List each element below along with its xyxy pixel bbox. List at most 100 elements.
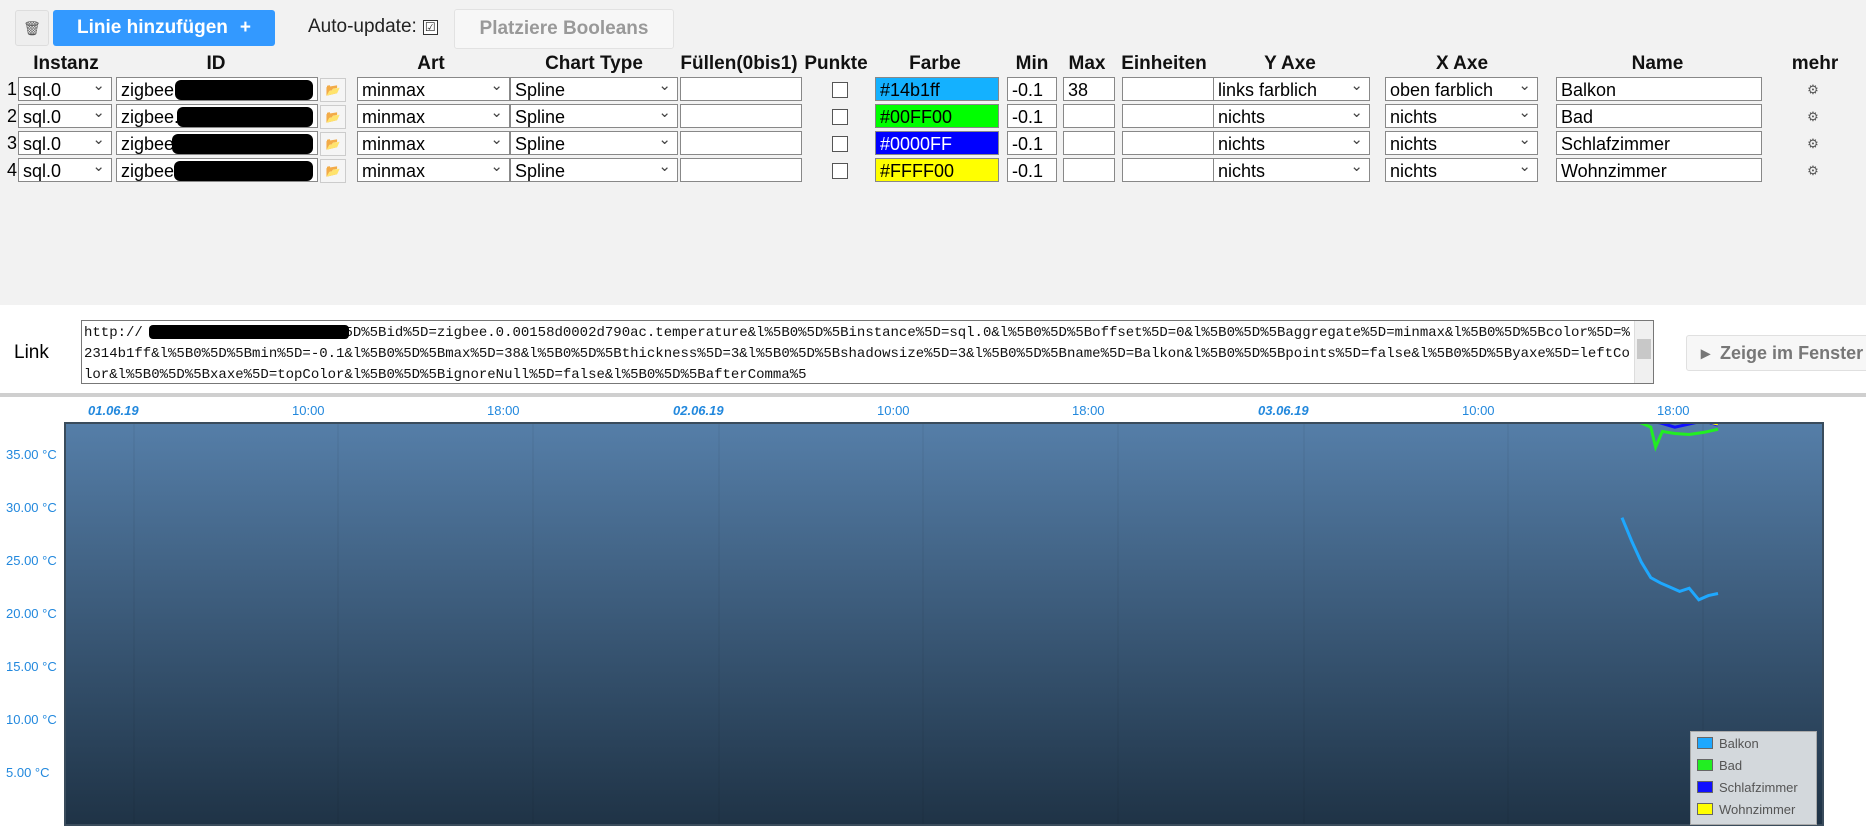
min-input[interactable]: -0.1 — [1007, 77, 1057, 101]
units-input[interactable] — [1122, 104, 1214, 128]
play-icon: ▸ — [1701, 342, 1711, 363]
folder-icon[interactable]: 📂 — [320, 159, 346, 183]
chart-type-select[interactable]: Spline — [510, 131, 678, 155]
gear-icon[interactable]: ⚙ — [1803, 80, 1823, 100]
show-in-window-button[interactable]: ▸ Zeige im Fenster — [1686, 335, 1866, 371]
max-input[interactable]: 38 — [1063, 77, 1115, 101]
id-input[interactable]: zigbee. — [116, 158, 318, 182]
name-input[interactable]: Wohnzimmer — [1556, 158, 1762, 182]
chart-type-select[interactable]: Spline — [510, 77, 678, 101]
row-number: 3 — [7, 133, 18, 153]
yaxe-select[interactable]: nichts — [1213, 158, 1370, 182]
id-input[interactable]: zigbee. — [116, 77, 318, 101]
min-input[interactable]: -0.1 — [1007, 131, 1057, 155]
y-tick-label: 25.00 °C — [6, 553, 57, 568]
xaxe-select[interactable]: oben farblich — [1385, 77, 1538, 101]
points-checkbox[interactable] — [832, 163, 848, 179]
art-select[interactable]: minmax — [357, 77, 510, 101]
add-line-button[interactable]: Linie hinzufügen + — [53, 10, 275, 46]
yaxe-select[interactable]: nichts — [1213, 104, 1370, 128]
plot-area — [64, 422, 1824, 826]
max-input[interactable] — [1063, 104, 1115, 128]
legend-swatch — [1697, 781, 1713, 793]
yaxe-select[interactable]: links farblich — [1213, 77, 1370, 101]
x-tick-label: 18:00 — [487, 403, 520, 418]
header-instanz: Instanz — [33, 53, 99, 74]
min-input[interactable]: -0.1 — [1007, 104, 1057, 128]
folder-icon[interactable]: 📂 — [320, 105, 346, 129]
max-input[interactable] — [1063, 131, 1115, 155]
yaxe-select[interactable]: nichts — [1213, 131, 1370, 155]
name-input[interactable]: Bad — [1556, 104, 1762, 128]
link-textarea[interactable]: http:// /flot/index.html?l%5B0%5D%5Bid%5… — [81, 320, 1654, 384]
autoupdate-toggle[interactable]: Auto-update: ☑ — [308, 16, 438, 38]
fill-input[interactable] — [680, 158, 802, 182]
xaxe-select[interactable]: nichts — [1385, 158, 1538, 182]
name-input[interactable]: Schlafzimmer — [1556, 131, 1762, 155]
legend-item: Balkon — [1691, 732, 1816, 754]
header-max: Max — [1068, 53, 1106, 74]
units-input[interactable] — [1122, 158, 1214, 182]
y-tick-label: 30.00 °C — [6, 500, 57, 515]
x-tick-label: 10:00 — [292, 403, 325, 418]
y-tick-label: 5.00 °C — [6, 765, 50, 780]
folder-icon[interactable]: 📂 — [320, 78, 346, 102]
instance-select[interactable]: sql.0 — [18, 77, 112, 101]
autoupdate-checkbox[interactable]: ☑ — [422, 19, 438, 35]
id-text: zigbee. — [121, 161, 180, 181]
fill-input[interactable] — [680, 77, 802, 101]
fill-input[interactable] — [680, 131, 802, 155]
name-input[interactable]: Balkon — [1556, 77, 1762, 101]
points-checkbox[interactable] — [832, 109, 848, 125]
x-tick-label: 10:00 — [877, 403, 910, 418]
header-min: Min — [1015, 53, 1049, 74]
y-tick-label: 35.00 °C — [6, 447, 57, 462]
gear-icon[interactable]: ⚙ — [1803, 161, 1823, 181]
max-input[interactable] — [1063, 158, 1115, 182]
units-input[interactable] — [1122, 77, 1214, 101]
x-tick-label: 01.06.19 — [88, 403, 139, 418]
legend-swatch — [1697, 737, 1713, 749]
id-text: zigbee. — [121, 134, 180, 154]
y-tick-label: 20.00 °C — [6, 606, 57, 621]
color-input[interactable]: #0000FF — [875, 131, 999, 155]
id-input[interactable]: zigbee. — [116, 104, 318, 128]
plus-icon: + — [239, 17, 252, 38]
art-select[interactable]: minmax — [357, 158, 510, 182]
min-input[interactable]: -0.1 — [1007, 158, 1057, 182]
points-checkbox[interactable] — [832, 82, 848, 98]
fill-input[interactable] — [680, 104, 802, 128]
id-text: zigbee. — [121, 107, 180, 127]
x-tick-label: 18:00 — [1657, 403, 1690, 418]
header-more: mehr — [1791, 53, 1839, 74]
instance-select[interactable]: sql.0 — [18, 104, 112, 128]
art-select[interactable]: minmax — [357, 104, 510, 128]
folder-icon[interactable]: 📂 — [320, 132, 346, 156]
id-input[interactable]: zigbee. — [116, 131, 318, 155]
x-tick-label: 18:00 — [1072, 403, 1105, 418]
delete-button[interactable]: 🗑 — [15, 10, 49, 46]
link-scrollbar[interactable] — [1634, 321, 1653, 383]
xaxe-select[interactable]: nichts — [1385, 104, 1538, 128]
chart-type-select[interactable]: Spline — [510, 158, 678, 182]
gear-icon[interactable]: ⚙ — [1803, 134, 1823, 154]
color-input[interactable]: #00FF00 — [875, 104, 999, 128]
instance-select[interactable]: sql.0 — [18, 158, 112, 182]
header-chart-type: Chart Type — [545, 53, 643, 74]
color-input[interactable]: #FFFF00 — [875, 158, 999, 182]
xaxe-select[interactable]: nichts — [1385, 131, 1538, 155]
y-tick-label: 10.00 °C — [6, 712, 57, 727]
id-text: zigbee. — [121, 80, 180, 100]
header-yaxe: Y Axe — [1264, 53, 1316, 74]
color-input[interactable]: #14b1ff — [875, 77, 999, 101]
instance-select[interactable]: sql.0 — [18, 131, 112, 155]
place-booleans-button[interactable]: Platziere Booleans — [454, 9, 674, 49]
chart-area: 01.06.19 10:00 18:00 02.06.19 10:00 18:00 03.0… — [0, 397, 1866, 826]
chart-type-select[interactable]: Spline — [510, 104, 678, 128]
units-input[interactable] — [1122, 131, 1214, 155]
gear-icon[interactable]: ⚙ — [1803, 107, 1823, 127]
points-checkbox[interactable] — [832, 136, 848, 152]
series-line — [1638, 424, 1719, 452]
art-select[interactable]: minmax — [357, 131, 510, 155]
legend-item: Bad — [1691, 754, 1816, 776]
